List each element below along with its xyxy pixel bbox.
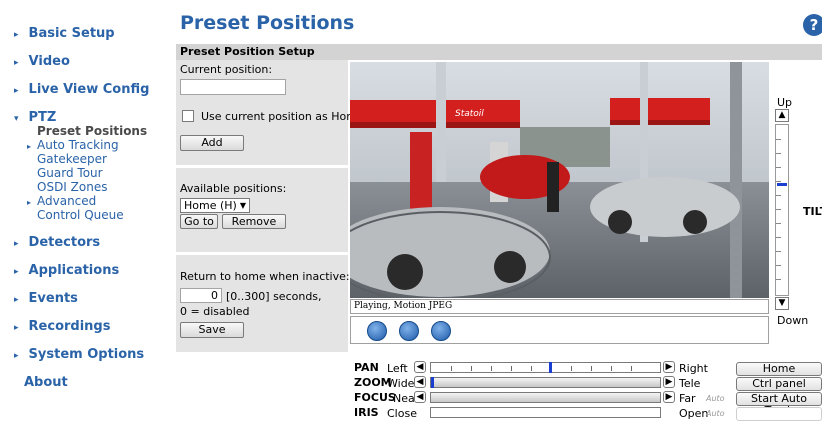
sidebar-item-recordings[interactable]: ▸ Recordings <box>14 319 110 334</box>
pan-max-label: Right <box>679 362 708 375</box>
video-stream[interactable]: Statoil <box>350 62 769 298</box>
fullscreen-icon[interactable] <box>431 321 451 341</box>
home-button[interactable]: Home <box>736 362 822 376</box>
available-positions-value: Home (H) <box>184 199 237 212</box>
chevron-right-icon: ▸ <box>14 351 19 361</box>
sidebar-item-video[interactable]: ▸ Video <box>14 54 70 69</box>
sidebar-subitem-auto-tracking[interactable]: Auto Tracking <box>37 138 119 152</box>
focus-auto-link[interactable]: Auto <box>706 394 725 403</box>
sidebar-item-applications[interactable]: ▸ Applications <box>14 263 119 278</box>
zoom-out-icon[interactable]: ◀ <box>414 376 426 388</box>
zoom-max-label: Tele <box>679 377 701 390</box>
chevron-down-icon: ▼ <box>239 201 246 210</box>
chevron-right-icon: ▸ <box>14 239 19 249</box>
current-position-input[interactable] <box>180 79 286 95</box>
chevron-right-icon: ▸ <box>27 142 32 151</box>
zoom-min-label: Wide <box>387 377 415 390</box>
return-home-hint: 0 = disabled <box>180 305 250 318</box>
focus-max-label: Far <box>679 392 696 405</box>
iris-auto-link[interactable]: Auto <box>706 409 725 418</box>
zoom-in-icon[interactable]: ▶ <box>663 376 675 388</box>
ctrl-panel-button[interactable]: Ctrl panel <box>736 377 822 391</box>
sidebar-item-detectors[interactable]: ▸ Detectors <box>14 235 100 250</box>
tilt-slider[interactable] <box>775 124 789 296</box>
divider <box>176 165 348 168</box>
sidebar-item-live-view-config[interactable]: ▸ Live View Config <box>14 82 149 97</box>
chevron-right-icon: ▸ <box>14 86 19 96</box>
pan-slider-thumb[interactable] <box>549 362 552 373</box>
sidebar-subitem-guard-tour[interactable]: Guard Tour <box>37 166 103 180</box>
sidebar-item-ptz[interactable]: ▾ PTZ <box>14 110 56 125</box>
chevron-right-icon: ▸ <box>14 295 19 305</box>
chevron-down-icon: ▾ <box>14 114 19 124</box>
sidebar-item-about[interactable]: About <box>24 375 68 390</box>
sidebar-item-events[interactable]: ▸ Events <box>14 291 78 306</box>
chevron-right-icon: ▸ <box>14 267 19 277</box>
chevron-right-icon: ▸ <box>14 58 19 68</box>
focus-slider[interactable] <box>430 392 661 403</box>
pan-left-icon[interactable]: ◀ <box>414 361 426 373</box>
return-home-range: [0..300] seconds, <box>226 290 322 303</box>
remove-button[interactable]: Remove <box>222 214 286 229</box>
video-status: Playing, Motion JPEG <box>350 299 769 314</box>
help-icon[interactable]: ? <box>803 14 822 36</box>
focus-key: FOCUS <box>354 391 396 404</box>
focus-far-icon[interactable]: ▶ <box>663 391 675 403</box>
sidebar-subitem-gatekeeper[interactable]: Gatekeeper <box>37 152 107 166</box>
pan-slider[interactable] <box>430 362 661 373</box>
use-as-home-label: Use current position as Home <box>201 110 364 123</box>
pan-right-icon[interactable]: ▶ <box>663 361 675 373</box>
tilt-slider-thumb[interactable] <box>777 183 787 186</box>
chevron-right-icon: ▸ <box>27 198 32 207</box>
sidebar-item-basic-setup[interactable]: ▸ Basic Setup <box>14 26 115 41</box>
iris-slider[interactable] <box>430 407 661 418</box>
empty-button <box>736 407 822 421</box>
stop-icon[interactable] <box>367 321 387 341</box>
save-button[interactable]: Save <box>180 322 244 338</box>
zoom-slider[interactable] <box>430 377 661 388</box>
start-auto-track-button[interactable]: Start Auto Track <box>736 392 822 417</box>
return-home-label: Return to home when inactive: <box>180 270 350 283</box>
tilt-label: TILT <box>803 205 822 218</box>
divider <box>176 252 348 255</box>
snapshot-icon[interactable] <box>399 321 419 341</box>
available-positions-select[interactable]: Home (H) ▼ <box>180 198 250 213</box>
sidebar-item-system-options[interactable]: ▸ System Options <box>14 347 144 362</box>
video-controls <box>350 316 769 344</box>
focus-near-icon[interactable]: ◀ <box>414 391 426 403</box>
video-frame-image: Statoil <box>350 62 769 298</box>
tilt-up-icon[interactable]: ▲ <box>775 109 789 122</box>
panel-title: Preset Position Setup <box>176 44 822 60</box>
zoom-slider-thumb[interactable] <box>431 377 434 388</box>
chevron-right-icon: ▸ <box>14 323 19 333</box>
iris-min-label: Close <box>387 407 417 420</box>
sidebar-subitem-preset-positions[interactable]: Preset Positions <box>37 124 147 138</box>
pan-min-label: Left <box>387 362 408 375</box>
return-home-input[interactable]: 0 <box>180 288 222 303</box>
sidebar-subitem-control-queue[interactable]: Control Queue <box>37 208 124 222</box>
tilt-up-label: Up <box>777 96 793 109</box>
page-title: Preset Positions <box>180 12 355 34</box>
iris-key: IRIS <box>354 406 379 419</box>
tilt-down-icon[interactable]: ▼ <box>775 297 789 310</box>
available-positions-label: Available positions: <box>180 182 287 195</box>
pan-key: PAN <box>354 361 379 374</box>
sidebar-subitem-advanced[interactable]: Advanced <box>37 194 96 208</box>
use-as-home-checkbox[interactable] <box>182 110 194 122</box>
zoom-key: ZOOM <box>354 376 392 389</box>
canopy-sign: Statoil <box>455 109 484 119</box>
sidebar-subitem-osdi-zones[interactable]: OSDI Zones <box>37 180 107 194</box>
iris-max-label: Open <box>679 407 709 420</box>
goto-button[interactable]: Go to <box>180 214 218 229</box>
tilt-down-label: Down <box>777 314 809 327</box>
add-button[interactable]: Add <box>180 135 244 151</box>
chevron-right-icon: ▸ <box>14 30 19 40</box>
current-position-label: Current position: <box>180 63 273 76</box>
